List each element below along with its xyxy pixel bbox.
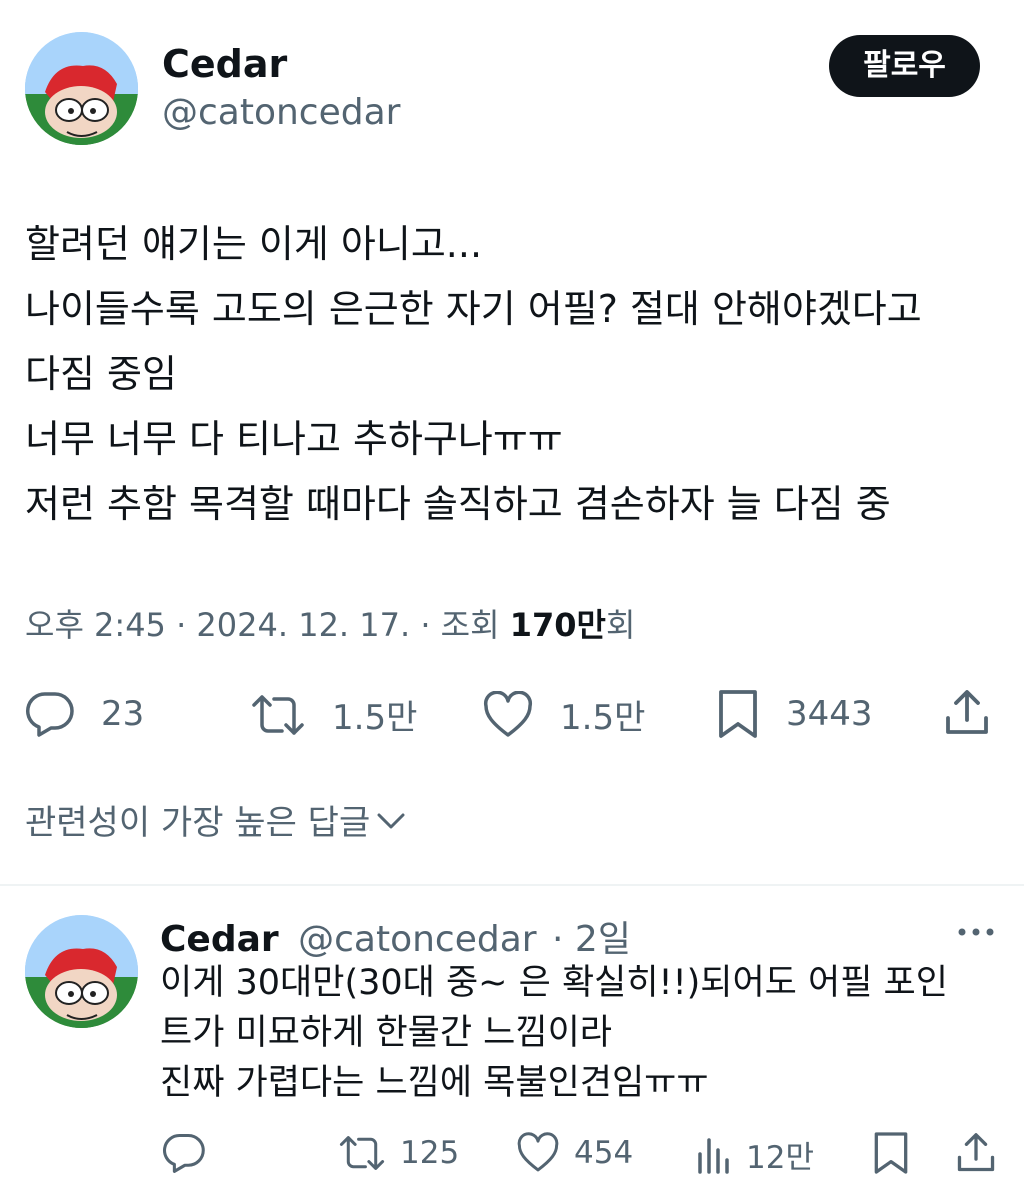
reply-views-button[interactable]: 12만 — [696, 1132, 814, 1177]
replies-sort-dropdown[interactable]: 관련성이 가장 높은 답글 — [25, 795, 408, 844]
reply-icon — [162, 1133, 205, 1173]
reply-retweet-count: 125 — [400, 1135, 460, 1171]
reply-view-count: 12만 — [746, 1140, 814, 1176]
share-icon — [946, 690, 988, 734]
bookmark-icon — [874, 1132, 908, 1174]
reply-author-handle[interactable]: @catoncedar — [298, 919, 536, 960]
follow-button[interactable]: 팔로우 — [829, 35, 980, 97]
bookmark-count: 3443 — [786, 694, 873, 734]
reply-author-name[interactable]: Cedar — [160, 919, 279, 960]
divider — [0, 884, 1024, 886]
view-suffix: 회 — [605, 606, 636, 644]
views-icon — [698, 1137, 729, 1174]
bookmark-button[interactable]: 3443 — [716, 688, 873, 740]
reply-share-button[interactable] — [956, 1130, 996, 1176]
share-button[interactable] — [944, 688, 990, 738]
like-button[interactable]: 1.5만 — [482, 690, 645, 739]
tweet-line: 저런 추함 목격할 때마다 솔직하고 겸손하자 늘 다짐 중 — [25, 482, 891, 526]
retweet-count: 1.5만 — [332, 698, 418, 738]
reply-like-button[interactable]: 454 — [516, 1132, 633, 1174]
reply-avatar[interactable] — [25, 915, 138, 1028]
reply-header: Cedar @catoncedar · 2일 — [160, 910, 631, 962]
share-icon — [957, 1133, 995, 1172]
tweet-text: 할려던 얘기는 이게 아니고... 나이들수록 고도의 은근한 자기 어필? 절… — [25, 212, 1005, 537]
chevron-down-icon — [377, 813, 405, 828]
reply-button[interactable]: 23 — [25, 690, 144, 738]
reply-icon — [25, 692, 74, 737]
reply-bookmark-button[interactable] — [872, 1130, 910, 1176]
retweet-icon — [339, 1136, 385, 1170]
author-name[interactable]: Cedar — [162, 42, 287, 86]
view-count: 170만 — [509, 606, 606, 644]
reply-reply-button[interactable] — [162, 1132, 206, 1174]
tweet-line: 다짐 중임 — [25, 352, 177, 396]
like-icon — [517, 1132, 559, 1172]
like-icon — [483, 690, 533, 737]
retweet-button[interactable]: 1.5만 — [250, 690, 417, 739]
reply-text: 이게 30대만(30대 중~ 은 확실히!!)되어도 어필 포인 트가 미묘하게… — [160, 958, 990, 1108]
timestamp[interactable]: 오후 2:45 · 2024. 12. 17. · 조회 — [25, 606, 510, 644]
reply-line: 이게 30대만(30대 중~ 은 확실히!!)되어도 어필 포인 — [160, 963, 948, 1003]
reply-time[interactable]: · 2일 — [552, 919, 631, 960]
more-icon — [958, 928, 994, 936]
tweet-line: 할려던 얘기는 이게 아니고... — [25, 222, 483, 266]
bookmark-icon — [719, 690, 757, 738]
tweet-line: 너무 너무 다 티나고 추하구나ㅠㅠ — [25, 417, 563, 461]
more-options-button[interactable] — [956, 920, 996, 948]
replies-sort-label: 관련성이 가장 높은 답글 — [25, 803, 371, 843]
tweet-meta: 오후 2:45 · 2024. 12. 17. · 조회 170만회 — [25, 600, 635, 646]
reply-line: 트가 미묘하게 한물간 느낌이라 — [160, 1013, 612, 1053]
like-count: 1.5만 — [560, 698, 646, 738]
author-handle[interactable]: @catoncedar — [162, 92, 400, 133]
reply-count: 23 — [101, 694, 145, 734]
reply-line: 진짜 가렵다는 느낌에 목불인견임ㅠㅠ — [160, 1063, 709, 1103]
avatar[interactable] — [25, 32, 138, 145]
reply-retweet-button[interactable]: 125 — [338, 1132, 459, 1174]
reply-like-count: 454 — [574, 1135, 634, 1171]
retweet-icon — [252, 694, 304, 735]
tweet-line: 나이들수록 고도의 은근한 자기 어필? 절대 안해야겠다고 — [25, 287, 922, 331]
